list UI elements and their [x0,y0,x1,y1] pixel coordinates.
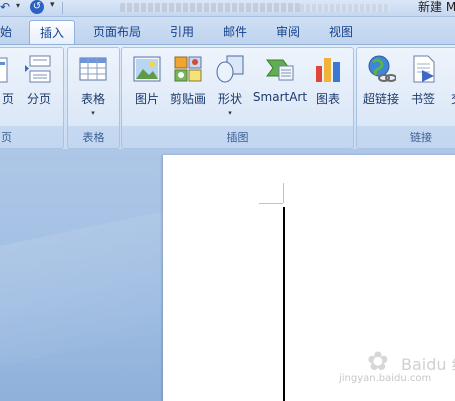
bookmark-label: 书签 [410,92,436,106]
ribbon-tab-row: 始 插入 页面布局 引用 邮件 审阅 视图 [0,17,455,45]
document-workspace: ✿ Baidu 经验 jingyan.baidu.com [0,149,455,401]
picture-button[interactable]: 图片 [127,52,167,112]
group-links: 超链接 书签 交 链接 [356,47,455,149]
cover-page-button[interactable]: 页 [0,52,21,112]
clip-art-button[interactable]: 剪贴画 [168,52,208,112]
redo-icon[interactable]: ↺ [30,0,44,14]
blurred-title-area-2 [300,4,390,12]
quick-access-toolbar: ↶ ▾ ↺ ▾ 新建 M [0,0,455,17]
page-break-icon [24,54,54,84]
tab-home[interactable]: 始 [0,20,12,44]
group-links-label: 链接 [410,131,432,144]
page-break-button[interactable]: 分页 [19,52,59,112]
tab-mailings[interactable]: 邮件 [223,20,247,44]
cover-page-label: 页 [1,92,15,106]
chart-label: 图表 [315,92,341,106]
text-cursor [283,207,285,401]
picture-icon [132,54,162,84]
watermark-url: jingyan.baidu.com [339,373,432,384]
toolbar-separator [62,2,63,14]
picture-label: 图片 [134,92,160,106]
shapes-button[interactable]: 形状 ▾ [210,52,250,117]
table-label: 表格 [80,92,106,106]
hyperlink-label: 超链接 [362,92,400,106]
customize-toolbar-icon[interactable]: ▾ [50,0,55,10]
hyperlink-button[interactable]: 超链接 [361,52,401,112]
document-title: 新建 M [418,0,455,14]
clip-art-label: 剪贴画 [169,92,207,106]
tab-insert[interactable]: 插入 [29,20,76,45]
page-break-label: 分页 [26,92,52,106]
ribbon-insert: 页 分页 页 表格 ▾ 表格 图片 剪贴画 形状 ▾ SmartArt 图表 插… [0,44,455,150]
undo-dropdown-icon[interactable]: ▾ [16,1,20,10]
margin-corner-vertical [283,183,284,203]
smartart-label: SmartArt [252,90,308,104]
bookmark-icon [408,54,438,84]
chart-icon [313,54,343,84]
table-dropdown-icon[interactable]: ▾ [73,109,113,117]
undo-icon[interactable]: ↶ [0,0,14,14]
cross-reference-label: 交 [451,90,455,107]
shapes-dropdown-icon[interactable]: ▾ [210,109,250,117]
group-illustrations-label: 插图 [226,131,249,144]
shapes-label: 形状 [217,92,243,106]
group-tables: 表格 ▾ 表格 [67,47,120,149]
table-icon [78,54,108,84]
group-illustrations: 图片 剪贴画 形状 ▾ SmartArt 图表 插图 [121,47,354,149]
group-pages-label: 页 [1,131,12,144]
chart-button[interactable]: 图表 [308,52,348,112]
tab-view[interactable]: 视图 [329,20,353,44]
group-pages: 页 分页 页 [0,47,64,149]
tab-review[interactable]: 审阅 [276,20,300,44]
shapes-icon [215,54,245,84]
hyperlink-icon [366,54,397,84]
tab-page-layout[interactable]: 页面布局 [93,20,141,44]
tab-references[interactable]: 引用 [170,20,194,44]
blurred-title-area [120,3,300,12]
cross-reference-button[interactable]: 交 [443,52,455,112]
smartart-button[interactable]: SmartArt [253,52,307,112]
cross-reference-icon [449,54,455,84]
margin-corner-horizontal [259,203,283,204]
group-tables-label: 表格 [82,131,105,144]
cover-page-icon [0,54,9,84]
smartart-icon [265,54,295,84]
document-page[interactable]: ✿ Baidu 经验 jingyan.baidu.com [163,155,455,401]
bookmark-button[interactable]: 书签 [403,52,443,112]
watermark-brand: Baidu 经验 [401,355,455,374]
table-button[interactable]: 表格 ▾ [73,52,113,117]
clip-art-icon [173,54,203,84]
